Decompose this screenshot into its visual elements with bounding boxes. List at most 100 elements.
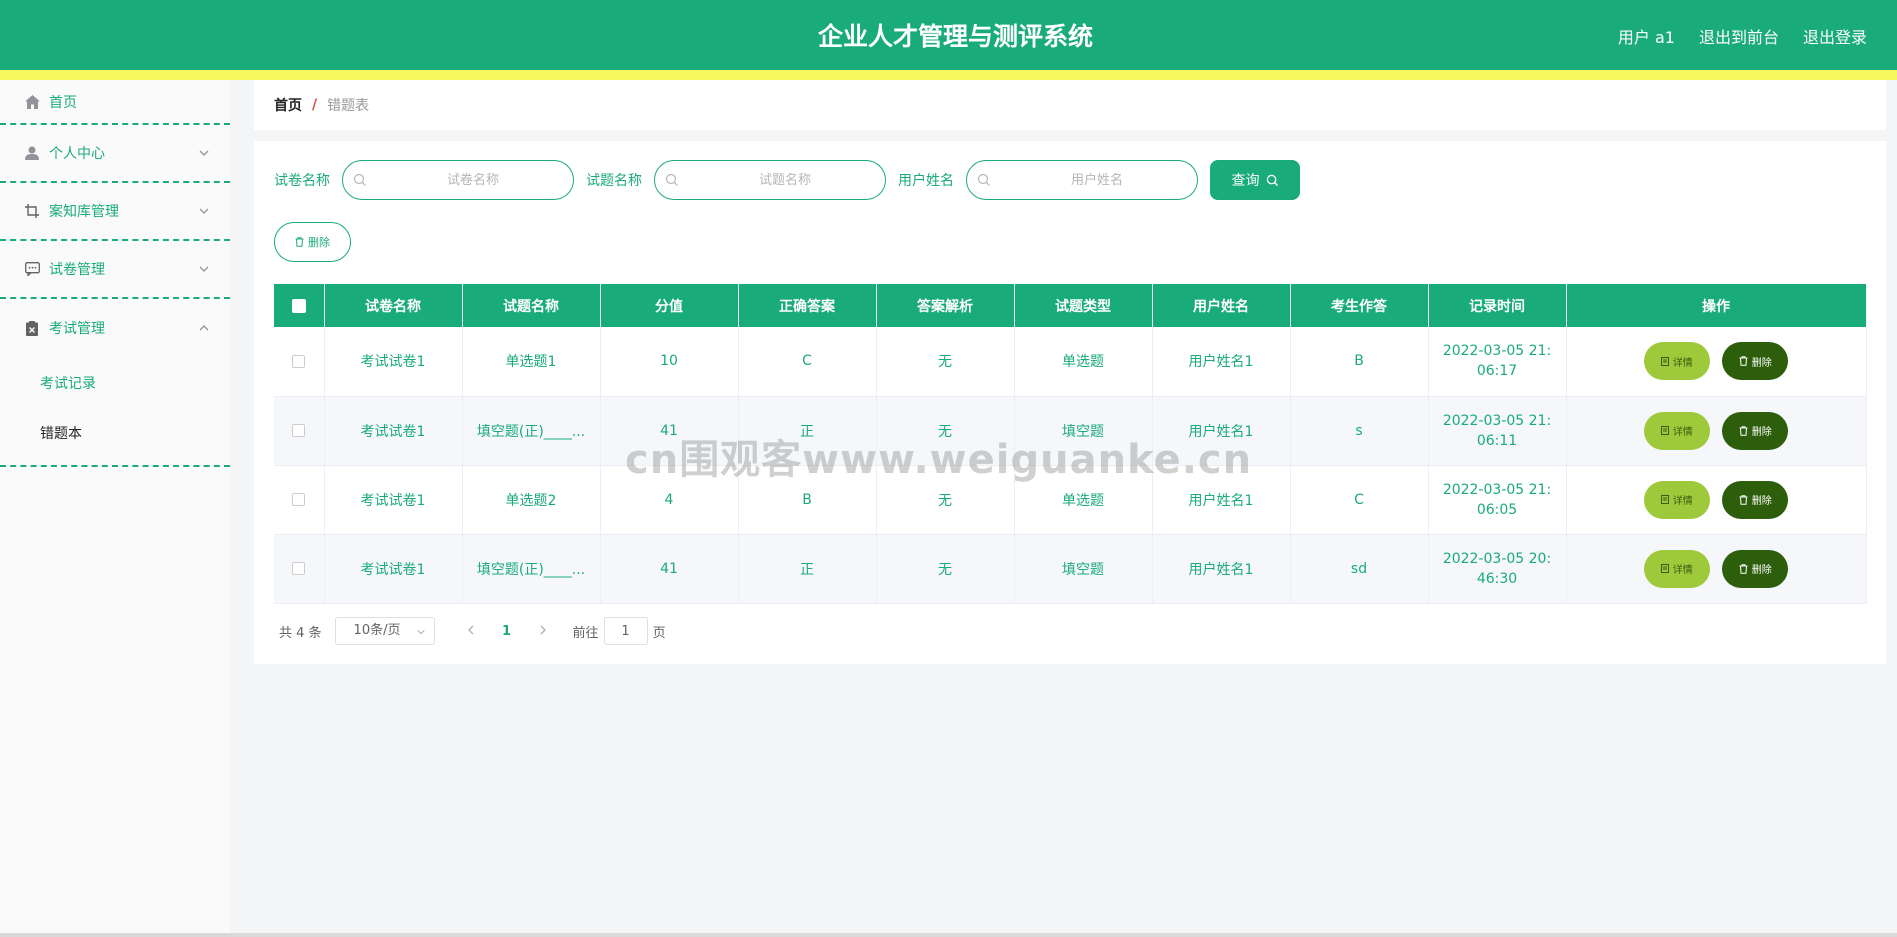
delete-button[interactable]: 删除 (1722, 549, 1789, 588)
back-to-front-link[interactable]: 退出到前台 (1699, 24, 1779, 48)
sidebar-item-personal-center[interactable]: 个人中心 (0, 125, 230, 183)
page-suffix: 页 (652, 625, 666, 641)
user-name-input[interactable] (967, 161, 1197, 199)
prev-page-button[interactable] (461, 624, 481, 639)
watermark: cn围观客www.weiguanke.cn (625, 437, 1253, 483)
batch-delete-button[interactable]: 删除 (274, 222, 351, 262)
question-name-field (654, 160, 886, 200)
sidebar-item-home[interactable]: 首页 (0, 80, 230, 125)
chevron-left-icon (467, 625, 474, 634)
crop-icon (24, 203, 40, 219)
select-all-checkbox[interactable] (291, 298, 306, 313)
delete-button[interactable]: 删除 (1722, 342, 1789, 381)
document-icon (1660, 564, 1669, 573)
page-size-select[interactable]: 10条/页 (334, 617, 435, 645)
delete-button-label: 删除 (1751, 427, 1772, 438)
detail-button[interactable]: 详情 (1643, 549, 1710, 588)
sidebar-item-exam-management[interactable]: 考试管理 (0, 299, 230, 357)
chat-icon (24, 261, 40, 277)
query-button[interactable]: 查询 (1210, 160, 1300, 200)
trash-icon (1739, 356, 1748, 367)
analysis-cell: 无 (876, 534, 1015, 604)
sidebar-item-paper-management[interactable]: 试卷管理 (0, 241, 230, 299)
sidebar-item-knowledge-base[interactable]: 案知库管理 (0, 183, 230, 241)
paper-name-cell: 考试试卷1 (324, 327, 463, 397)
sidebar-item-label: 首页 (49, 94, 77, 111)
column-header: 操作 (1566, 284, 1867, 327)
question-name-cell: 单选题1 (462, 327, 601, 397)
batch-delete-label: 删除 (308, 237, 330, 249)
delete-button[interactable]: 删除 (1722, 411, 1789, 450)
pagination: 共 4 条 10条/页 1 前往 页 (279, 617, 666, 645)
sidebar-item-label: 考试管理 (49, 321, 105, 337)
record-time-cell: 2022-03-05 21:06:17 (1428, 327, 1567, 397)
detail-button[interactable]: 详情 (1643, 411, 1710, 450)
user-name-field (966, 160, 1198, 200)
search-icon (353, 173, 366, 186)
sidebar-subitem-exam-records[interactable]: 考试记录 (0, 359, 230, 409)
sidebar-item-label: 案知库管理 (49, 204, 119, 220)
record-time-cell: 2022-03-05 21:06:11 (1428, 396, 1567, 466)
exam-submenu: 考试记录 错题本 (0, 357, 230, 467)
column-header: 试题类型 (1014, 284, 1153, 327)
header-stripe (0, 70, 1897, 80)
detail-button-label: 详情 (1672, 496, 1693, 507)
column-header: 答案解析 (876, 284, 1015, 327)
sidebar-subitem-wrong-questions[interactable]: 错题本 (0, 409, 230, 459)
bottom-border (0, 933, 1897, 937)
trash-icon (1739, 563, 1748, 574)
trash-icon (1739, 425, 1748, 436)
next-page-button[interactable] (533, 624, 553, 639)
breadcrumb-current: 错题表 (327, 98, 370, 114)
column-header: 记录时间 (1428, 284, 1567, 327)
detail-button-label: 详情 (1672, 357, 1693, 369)
question-name-label: 试题名称 (586, 173, 642, 189)
row-checkbox[interactable] (292, 424, 306, 437)
document-icon (1660, 356, 1669, 366)
clipboard-icon (24, 320, 40, 336)
question-type-cell: 单选题 (1014, 327, 1153, 397)
question-name-cell: 填空题(正)____... (462, 396, 601, 466)
sidebar-item-label: 个人中心 (49, 146, 105, 162)
top-header: 企业人才管理与测评系统 用户 a1 退出到前台 退出登录 (0, 0, 1897, 70)
column-header: 考生作答 (1290, 284, 1429, 327)
select-all-cell (274, 284, 325, 327)
score-cell: 41 (600, 534, 739, 604)
delete-button[interactable]: 删除 (1722, 480, 1789, 519)
user-label[interactable]: 用户 a1 (1618, 24, 1675, 48)
user-name-cell: 用户姓名1 (1152, 327, 1291, 397)
detail-button-label: 详情 (1672, 427, 1693, 438)
chevron-down-icon (199, 150, 209, 156)
main-content: 试卷名称 试题名称 用户姓名 查询 删除 试卷名称 (254, 141, 1886, 664)
detail-button[interactable]: 详情 (1643, 342, 1710, 381)
chevron-right-icon (540, 625, 546, 634)
row-checkbox[interactable] (292, 493, 306, 506)
response-cell: C (1290, 465, 1429, 535)
sidebar-item-label: 试卷管理 (49, 262, 105, 278)
paper-name-cell: 考试试卷1 (324, 534, 463, 604)
user-name-label: 用户姓名 (898, 173, 954, 189)
logout-link[interactable]: 退出登录 (1803, 24, 1867, 48)
actions-cell: 详情 删除 (1566, 327, 1867, 397)
goto-page-input[interactable] (603, 617, 648, 645)
question-name-input[interactable] (655, 161, 885, 199)
correct-answer-cell: C (738, 327, 877, 397)
paper-name-field (342, 160, 574, 200)
question-name-cell: 填空题(正)____... (462, 534, 601, 604)
response-cell: B (1290, 327, 1429, 397)
score-cell: 10 (600, 327, 739, 397)
paper-name-label: 试卷名称 (274, 173, 330, 189)
trash-icon (295, 237, 304, 247)
record-time-cell: 2022-03-05 21:06:05 (1428, 465, 1567, 535)
row-checkbox[interactable] (292, 354, 306, 368)
row-checkbox[interactable] (292, 562, 306, 575)
detail-button[interactable]: 详情 (1643, 480, 1710, 519)
paper-name-input[interactable] (343, 161, 573, 199)
trash-icon (1739, 494, 1748, 505)
delete-button-label: 删除 (1751, 496, 1772, 507)
record-time-cell: 2022-03-05 20:46:30 (1428, 534, 1567, 604)
row-select-cell (274, 396, 325, 466)
page-number[interactable]: 1 (487, 624, 527, 639)
breadcrumb-home[interactable]: 首页 (274, 95, 302, 115)
user-name-cell: 用户姓名1 (1152, 534, 1291, 604)
